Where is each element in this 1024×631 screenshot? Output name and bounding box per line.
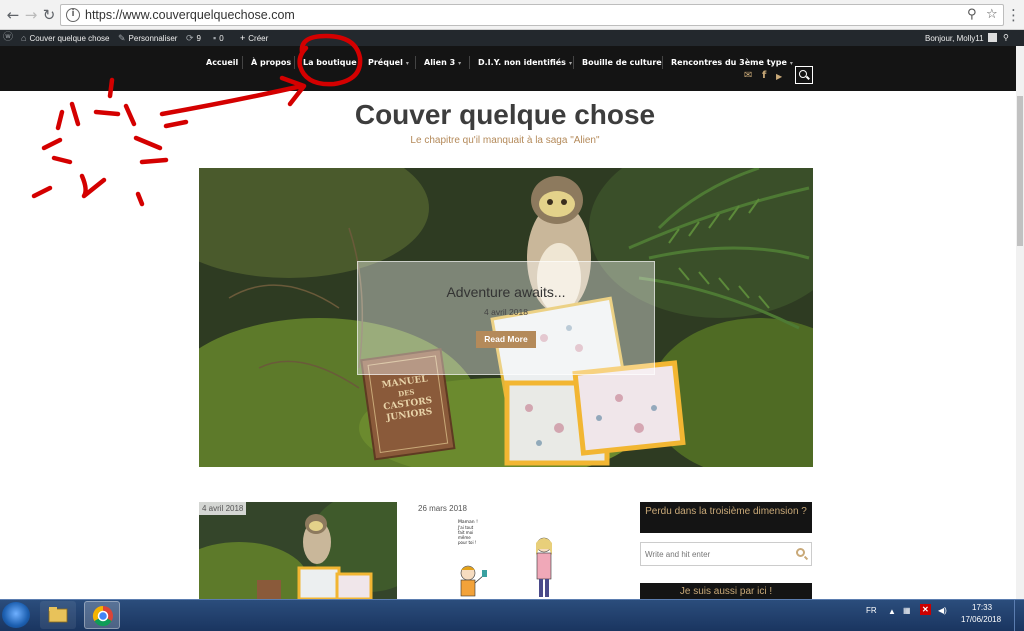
chevron-down-icon: ▾ [405,60,409,67]
windows-taskbar [0,599,1024,631]
post-date: 4 avril 2018 [199,502,247,515]
address-bar[interactable]: i https://www.couverquelquechose.com ⚲ ☆ [60,4,1004,26]
comment-icon: ▪ [213,33,217,43]
zoom-icon[interactable]: ⚲ [967,7,977,22]
nav-separator [573,56,574,69]
updates-icon: ⟳ [186,33,194,43]
nav-item-la-boutique[interactable]: La boutique [303,58,357,67]
antivirus-icon[interactable]: ✕ [920,604,931,615]
nav-separator [242,56,243,69]
nav-item-a-propos[interactable]: À propos [251,58,291,67]
facebook-icon[interactable]: f [762,70,766,81]
avatar [987,33,997,42]
site-tagline: Le chapitre qu'il manquait à la saga "Al… [410,135,600,146]
clock-time[interactable]: 17:33 [972,603,992,612]
language-indicator[interactable]: FR [866,606,877,615]
admin-comments-link[interactable]: ▪ 0 [213,33,224,44]
post-thumbnail[interactable]: 4 avril 2018 [199,502,397,599]
chrome-taskbar-button[interactable] [84,601,120,629]
nav-separator [662,56,663,69]
widget-title: Je suis aussi par ici ! [640,583,812,599]
comic-illustration: Maman ! J'ai tout fait moi même pour toi… [418,515,598,599]
admin-search-icon[interactable]: ⚲ [1003,33,1009,43]
post-thumbnail[interactable]: Maman ! J'ai tout fait moi même pour toi… [418,515,598,599]
admin-account-link[interactable]: Bonjour, Molly11 [925,33,997,44]
hero-caption-box: Adventure awaits... 4 avril 2018 Read Mo… [357,261,655,375]
back-icon[interactable]: ← [4,6,22,24]
start-button[interactable] [2,602,30,628]
nav-item-prequel[interactable]: Préquel ▾ [368,58,409,67]
brush-icon: ✎ [118,33,126,43]
admin-site-link[interactable]: ⌂ Couver quelque chose [21,33,110,44]
file-explorer-button[interactable] [40,601,76,629]
show-desktop-button[interactable] [1014,600,1024,631]
nav-separator [294,56,295,69]
admin-updates-link[interactable]: ⟳ 9 [186,33,201,44]
nav-item-rencontres[interactable]: Rencontres du 3ème type ▾ [671,58,793,67]
hero-post-date: 4 avril 2018 [484,307,528,317]
nav-item-accueil[interactable]: Accueil [206,58,238,67]
chevron-down-icon: ▾ [568,60,572,67]
nav-separator [360,56,361,69]
site-title[interactable]: Couver quelque chose [0,99,1010,131]
widget-title: Perdu dans la troisième dimension ? [640,502,812,533]
nav-item-alien-3[interactable]: Alien 3 ▾ [424,58,461,67]
admin-customize-link[interactable]: ✎ Personnaliser [118,33,177,44]
youtube-icon[interactable]: ▶ [776,72,782,81]
plus-icon: + [240,33,246,43]
hero-post-title[interactable]: Adventure awaits... [358,284,654,300]
tray-expand-icon[interactable]: ▲ [888,607,896,616]
browser-toolbar: ← → ↻ i https://www.couverquelquechose.c… [0,0,1024,30]
info-icon[interactable]: i [66,8,80,22]
chevron-down-icon: ▾ [458,60,462,67]
wordpress-logo-icon[interactable]: ⓦ [3,33,16,43]
home-icon: ⌂ [21,33,27,43]
post-date: 26 mars 2018 [418,504,467,513]
admin-create-link[interactable]: + Créer [240,33,268,44]
nav-item-bouille-de-culture[interactable]: Bouille de culture [582,58,662,67]
chrome-icon [92,605,113,627]
folder-icon [48,607,68,623]
site-navigation: Accueil À propos La boutique Préquel ▾ Al… [0,46,1024,91]
sidebar-search-input[interactable] [645,547,785,561]
wp-admin-bar: ⓦ ⌂ Couver quelque chose ✎ Personnaliser ⟳… [0,30,1024,46]
forward-icon[interactable]: → [22,6,40,24]
comic-bubble-text: pour toi ! [458,540,476,545]
post-photo [199,502,397,599]
network-icon[interactable]: ▦ [903,606,911,615]
nav-search-button[interactable] [795,66,813,84]
menu-dots-icon[interactable]: ⋮ [1006,6,1021,24]
reload-icon[interactable]: ↻ [40,6,58,24]
nav-separator [415,56,416,69]
clock-date[interactable]: 17/06/2018 [961,615,1001,624]
nav-item-diy[interactable]: D.I.Y. non identifiés ▾ [478,58,572,67]
chevron-down-icon: ▾ [789,60,793,67]
bookmark-star-icon[interactable]: ☆ [986,7,998,22]
mail-icon[interactable]: ✉ [744,70,752,81]
url-text: https://www.couverquelquechose.com [85,8,295,22]
scrollbar-thumb[interactable] [1017,96,1023,246]
volume-icon[interactable]: ◀) [938,606,947,615]
read-more-button[interactable]: Read More [476,331,536,348]
nav-separator [469,56,470,69]
sidebar-search-box [640,542,812,566]
